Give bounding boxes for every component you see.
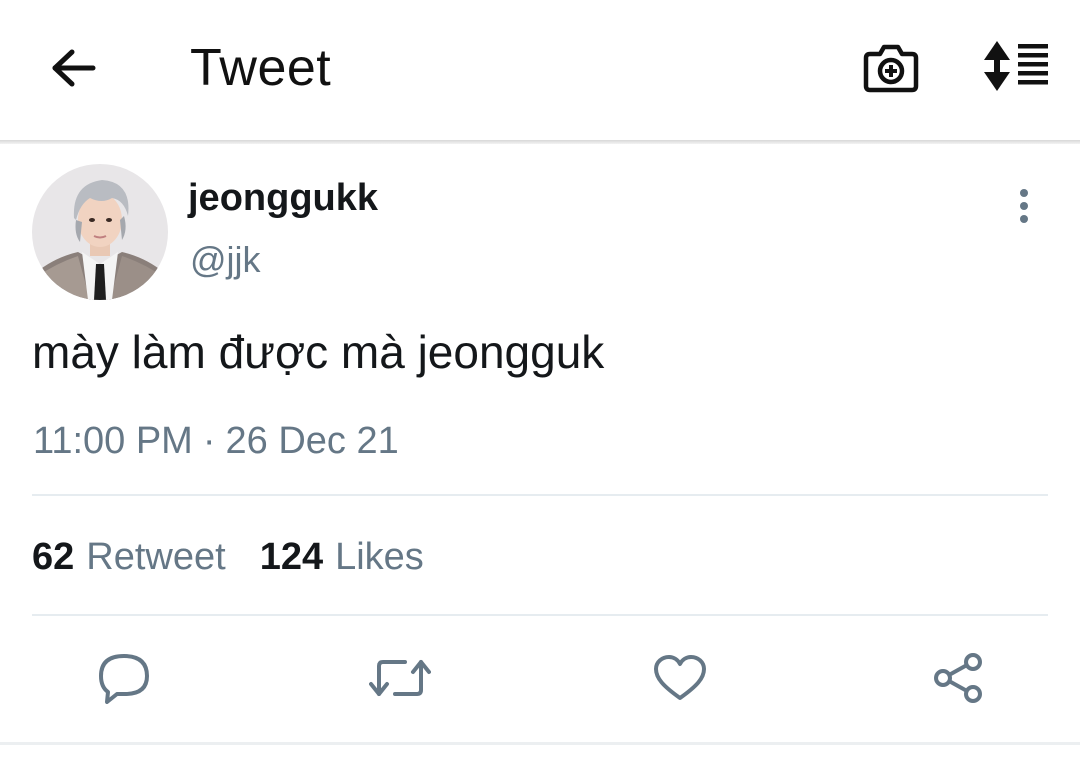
share-button[interactable] [928,650,988,710]
retweet-button[interactable] [369,650,431,710]
divider [32,494,1048,496]
timestamp-separator: · [202,420,216,462]
retweet-stat[interactable]: 62 Retweet [32,534,226,580]
display-name[interactable]: jeonggukk [188,176,378,220]
likes-count: 124 [259,536,324,578]
tweet-date: 26 Dec 21 [225,420,399,462]
back-button[interactable] [44,42,104,98]
tweet-stats: 62 Retweet 124 Likes [32,534,424,580]
header-divider [0,140,1080,144]
retweet-count: 62 [32,536,75,578]
reply-bubble-icon [97,652,151,709]
retweet-icon [369,654,431,707]
likes-stat[interactable]: 124 Likes [260,534,424,580]
more-vertical-icon [1018,188,1030,229]
sort-button[interactable] [978,38,1054,98]
likes-label: Likes [335,536,424,578]
retweet-label: Retweet [86,536,226,578]
divider [0,742,1080,745]
share-icon [931,651,985,710]
like-button[interactable] [650,650,710,710]
reply-button[interactable] [94,650,154,710]
top-bar: Tweet [0,0,1080,140]
more-options-button[interactable] [1004,184,1044,232]
user-handle[interactable]: @jjk [190,238,261,282]
tweet-timestamp[interactable]: 11:00 PM · 26 Dec 21 [33,418,399,464]
screenshot-camera-button[interactable] [858,38,924,100]
divider [32,614,1048,616]
camera-plus-icon [862,40,920,99]
tweet-text: mày làm được mà jeongguk [32,326,605,378]
arrow-left-icon [51,48,97,93]
tweet-time: 11:00 PM [33,420,193,462]
heart-icon [653,654,707,707]
sort-list-icon [982,40,1050,97]
page-title: Tweet [190,39,332,97]
avatar[interactable] [32,164,168,300]
